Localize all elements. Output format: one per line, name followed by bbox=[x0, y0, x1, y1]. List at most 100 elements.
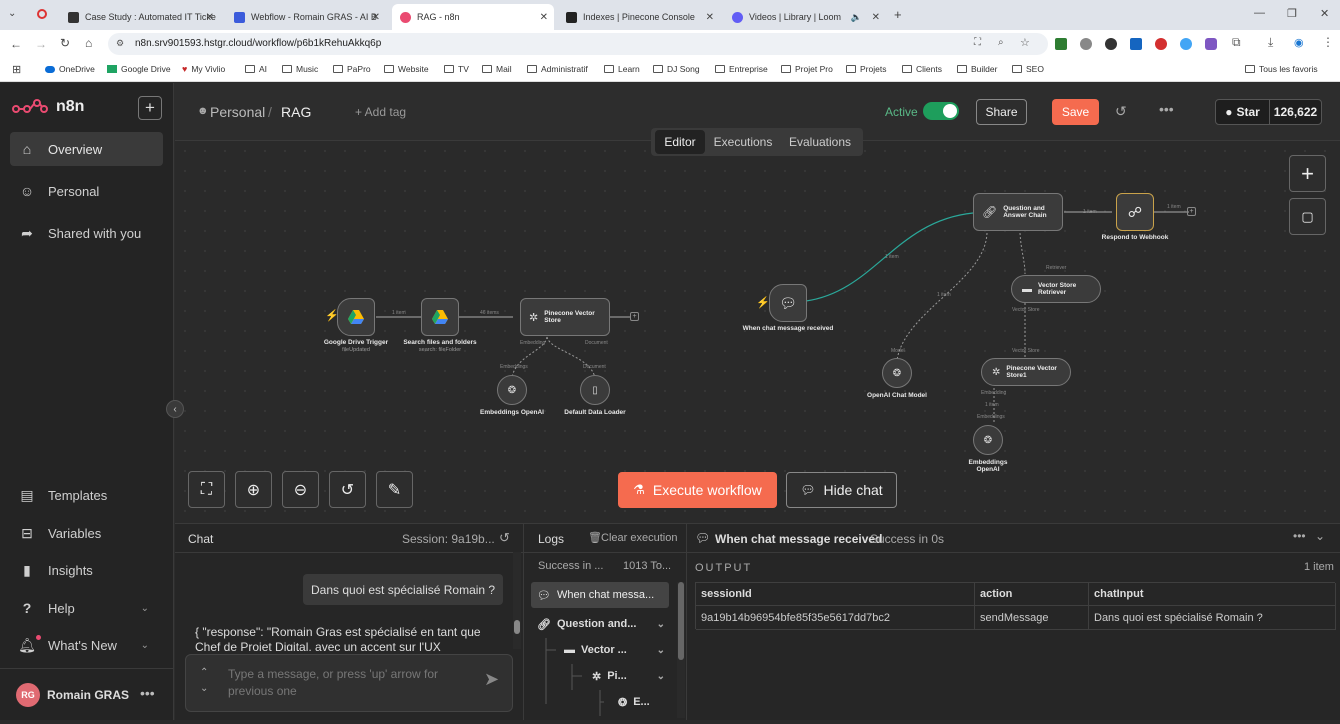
bookmark-folder[interactable]: Website bbox=[384, 64, 429, 74]
node-chat-trigger[interactable]: 💬︎ bbox=[769, 284, 807, 322]
home-icon[interactable]: ⌂ bbox=[85, 36, 92, 50]
save-button[interactable]: Save bbox=[1052, 99, 1099, 125]
audio-icon[interactable]: 🔈 bbox=[851, 12, 862, 23]
more-options-icon[interactable]: ••• bbox=[1293, 529, 1306, 543]
bookmark-folder[interactable]: Projet Pro bbox=[781, 64, 833, 74]
chat-scrollbar[interactable] bbox=[513, 552, 521, 649]
workflow-canvas[interactable]: Editor Executions Evaluations ⚡ Google D… bbox=[166, 128, 1340, 523]
minimize-icon[interactable]: — bbox=[1254, 7, 1265, 19]
chevron-down-icon[interactable]: ⌄ bbox=[657, 671, 665, 682]
user-menu-icon[interactable]: ••• bbox=[140, 685, 155, 701]
maximize-icon[interactable]: ❐ bbox=[1287, 7, 1297, 20]
apps-grid-icon[interactable]: ⊞ bbox=[12, 63, 21, 76]
add-node-icon[interactable]: + bbox=[630, 312, 639, 321]
download-icon[interactable]: ⤓ bbox=[1268, 35, 1273, 50]
history-up-icon[interactable]: ⌃ bbox=[200, 667, 208, 678]
close-tab-icon[interactable]: ✕ bbox=[540, 12, 548, 23]
browser-tab-active[interactable]: RAG - n8n ✕ bbox=[392, 4, 554, 30]
bookmark-folder[interactable]: SEO bbox=[1012, 64, 1044, 74]
site-info-icon[interactable]: ⚙ bbox=[116, 38, 124, 49]
bookmark-folder[interactable]: Builder bbox=[957, 64, 997, 74]
back-icon[interactable]: ← bbox=[10, 37, 22, 51]
bookmark-folder[interactable]: TV bbox=[444, 64, 469, 74]
add-node-icon[interactable]: + bbox=[1187, 207, 1196, 216]
bookmark-folder[interactable]: Administratif bbox=[527, 64, 588, 74]
add-tag-button[interactable]: + Add tag bbox=[355, 105, 406, 119]
address-bar[interactable]: ⚙ n8n.srv901593.hstgr.cloud/workflow/p6b… bbox=[108, 33, 1048, 55]
avatar[interactable]: RG bbox=[16, 683, 40, 707]
workflow-name[interactable]: RAG bbox=[281, 104, 311, 120]
send-icon[interactable]: ➤ bbox=[484, 669, 499, 690]
forward-icon[interactable]: → bbox=[35, 37, 47, 51]
node-pinecone-vector-store[interactable]: ✲ Pinecone Vector Store bbox=[520, 298, 610, 336]
zoom-out-button[interactable]: ⊖ bbox=[282, 471, 319, 508]
close-window-icon[interactable]: ✕ bbox=[1320, 7, 1329, 20]
bookmark-folder[interactable]: DJ Song bbox=[653, 64, 700, 74]
extensions-puzzle-icon[interactable]: ⧉ bbox=[1232, 35, 1241, 50]
brand[interactable]: n8n bbox=[12, 98, 84, 116]
active-toggle[interactable] bbox=[923, 102, 959, 120]
table-header[interactable]: chatInput bbox=[1089, 583, 1336, 606]
sidebar-item-insights[interactable]: ▮ Insights bbox=[10, 553, 163, 587]
browser-menu-icon[interactable]: ⋮ bbox=[1322, 35, 1334, 49]
bookmark-star-icon[interactable]: ☆ bbox=[1020, 36, 1030, 49]
sidebar-item-overview[interactable]: ⌂ Overview bbox=[10, 132, 163, 166]
extension-icon[interactable] bbox=[1080, 38, 1092, 50]
extension-icon[interactable] bbox=[1155, 38, 1167, 50]
sidebar-item-shared[interactable]: ➦ Shared with you bbox=[10, 216, 163, 250]
add-node-button[interactable]: + bbox=[1289, 155, 1326, 192]
bookmark-item[interactable]: Google Drive bbox=[107, 64, 171, 74]
close-tab-icon[interactable]: ✕ bbox=[706, 12, 714, 23]
tab-list-chevron-icon[interactable]: ⌄ bbox=[8, 8, 16, 19]
sidebar-item-whats-new[interactable]: 🔔︎ What's New ⌄ bbox=[10, 628, 163, 662]
browser-tab[interactable]: Videos | Library | Loom 🔈 ✕ bbox=[724, 4, 886, 30]
tidy-up-button[interactable]: ✎ bbox=[376, 471, 413, 508]
sidebar-item-personal[interactable]: ☺ Personal bbox=[10, 174, 163, 208]
bookmark-item[interactable]: OneDrive bbox=[45, 64, 95, 74]
history-icon[interactable]: ↺ bbox=[1115, 103, 1127, 120]
sidebar-item-help[interactable]: ? Help ⌄ bbox=[10, 591, 163, 625]
log-entry[interactable]: ❂ E... bbox=[602, 689, 669, 715]
browser-tab[interactable]: Indexes | Pinecone Console ✕ bbox=[558, 4, 720, 30]
sidebar-item-templates[interactable]: ▤ Templates bbox=[10, 478, 163, 512]
node-qa-chain[interactable]: 🔗︎ Question and Answer Chain bbox=[973, 193, 1063, 231]
all-bookmarks[interactable]: Tous les favoris bbox=[1245, 64, 1318, 74]
log-entry[interactable]: 💬︎ When chat messa... bbox=[531, 582, 669, 608]
history-down-icon[interactable]: ⌄ bbox=[200, 683, 208, 694]
node-google-drive-trigger[interactable] bbox=[337, 298, 375, 336]
node-vector-store-retriever[interactable]: ▬ Vector Store Retriever bbox=[1011, 275, 1101, 303]
url-text[interactable]: n8n.srv901593.hstgr.cloud/workflow/p6b1k… bbox=[135, 38, 381, 49]
sidebar-item-variables[interactable]: ⊟ Variables bbox=[10, 516, 163, 550]
bookmark-folder[interactable]: Music bbox=[282, 64, 318, 74]
node-search-files[interactable] bbox=[421, 298, 459, 336]
extension-icon[interactable] bbox=[1130, 38, 1142, 50]
profile-icon[interactable]: ◉ bbox=[1294, 36, 1304, 49]
clear-execution-button[interactable]: Clear execution bbox=[601, 532, 677, 544]
node-embeddings-openai[interactable]: ❂ bbox=[497, 375, 527, 405]
bookmark-folder[interactable]: Clients bbox=[902, 64, 942, 74]
node-respond-webhook[interactable]: ☍ bbox=[1116, 193, 1154, 231]
node-openai-chat-model[interactable]: ❂ bbox=[882, 358, 912, 388]
bookmark-item[interactable]: ♥ My Vivlio bbox=[182, 64, 225, 74]
bookmark-folder[interactable]: AI bbox=[245, 64, 267, 74]
bookmark-folder[interactable]: Mail bbox=[482, 64, 512, 74]
fit-view-button[interactable]: ⛶ bbox=[188, 471, 225, 508]
create-button[interactable]: + bbox=[138, 96, 162, 120]
share-button[interactable]: Share bbox=[976, 99, 1027, 125]
bookmark-folder[interactable]: Projets bbox=[846, 64, 886, 74]
chat-input[interactable]: ⌃ ⌄ Type a message, or press 'up' arrow … bbox=[185, 654, 513, 712]
extension-icon[interactable] bbox=[1105, 38, 1117, 50]
table-header[interactable]: action bbox=[975, 583, 1089, 606]
extension-icon[interactable] bbox=[1180, 38, 1192, 50]
table-header[interactable]: sessionId bbox=[696, 583, 975, 606]
bookmark-folder[interactable]: Entreprise bbox=[715, 64, 768, 74]
github-star-button[interactable]: ● Star 126,622 bbox=[1215, 99, 1322, 125]
extension-icon[interactable] bbox=[1205, 38, 1217, 50]
collapse-sidebar-button[interactable]: ‹ bbox=[166, 400, 184, 418]
new-tab-icon[interactable]: + bbox=[894, 7, 902, 22]
collapse-panel-icon[interactable]: ⌄ bbox=[1315, 529, 1325, 543]
browser-tab[interactable]: Case Study : Automated IT Ticke ✕ bbox=[60, 4, 220, 30]
close-tab-icon[interactable]: ✕ bbox=[872, 12, 880, 23]
reset-session-icon[interactable]: ↺ bbox=[499, 530, 510, 546]
bookmark-folder[interactable]: Learn bbox=[604, 64, 640, 74]
